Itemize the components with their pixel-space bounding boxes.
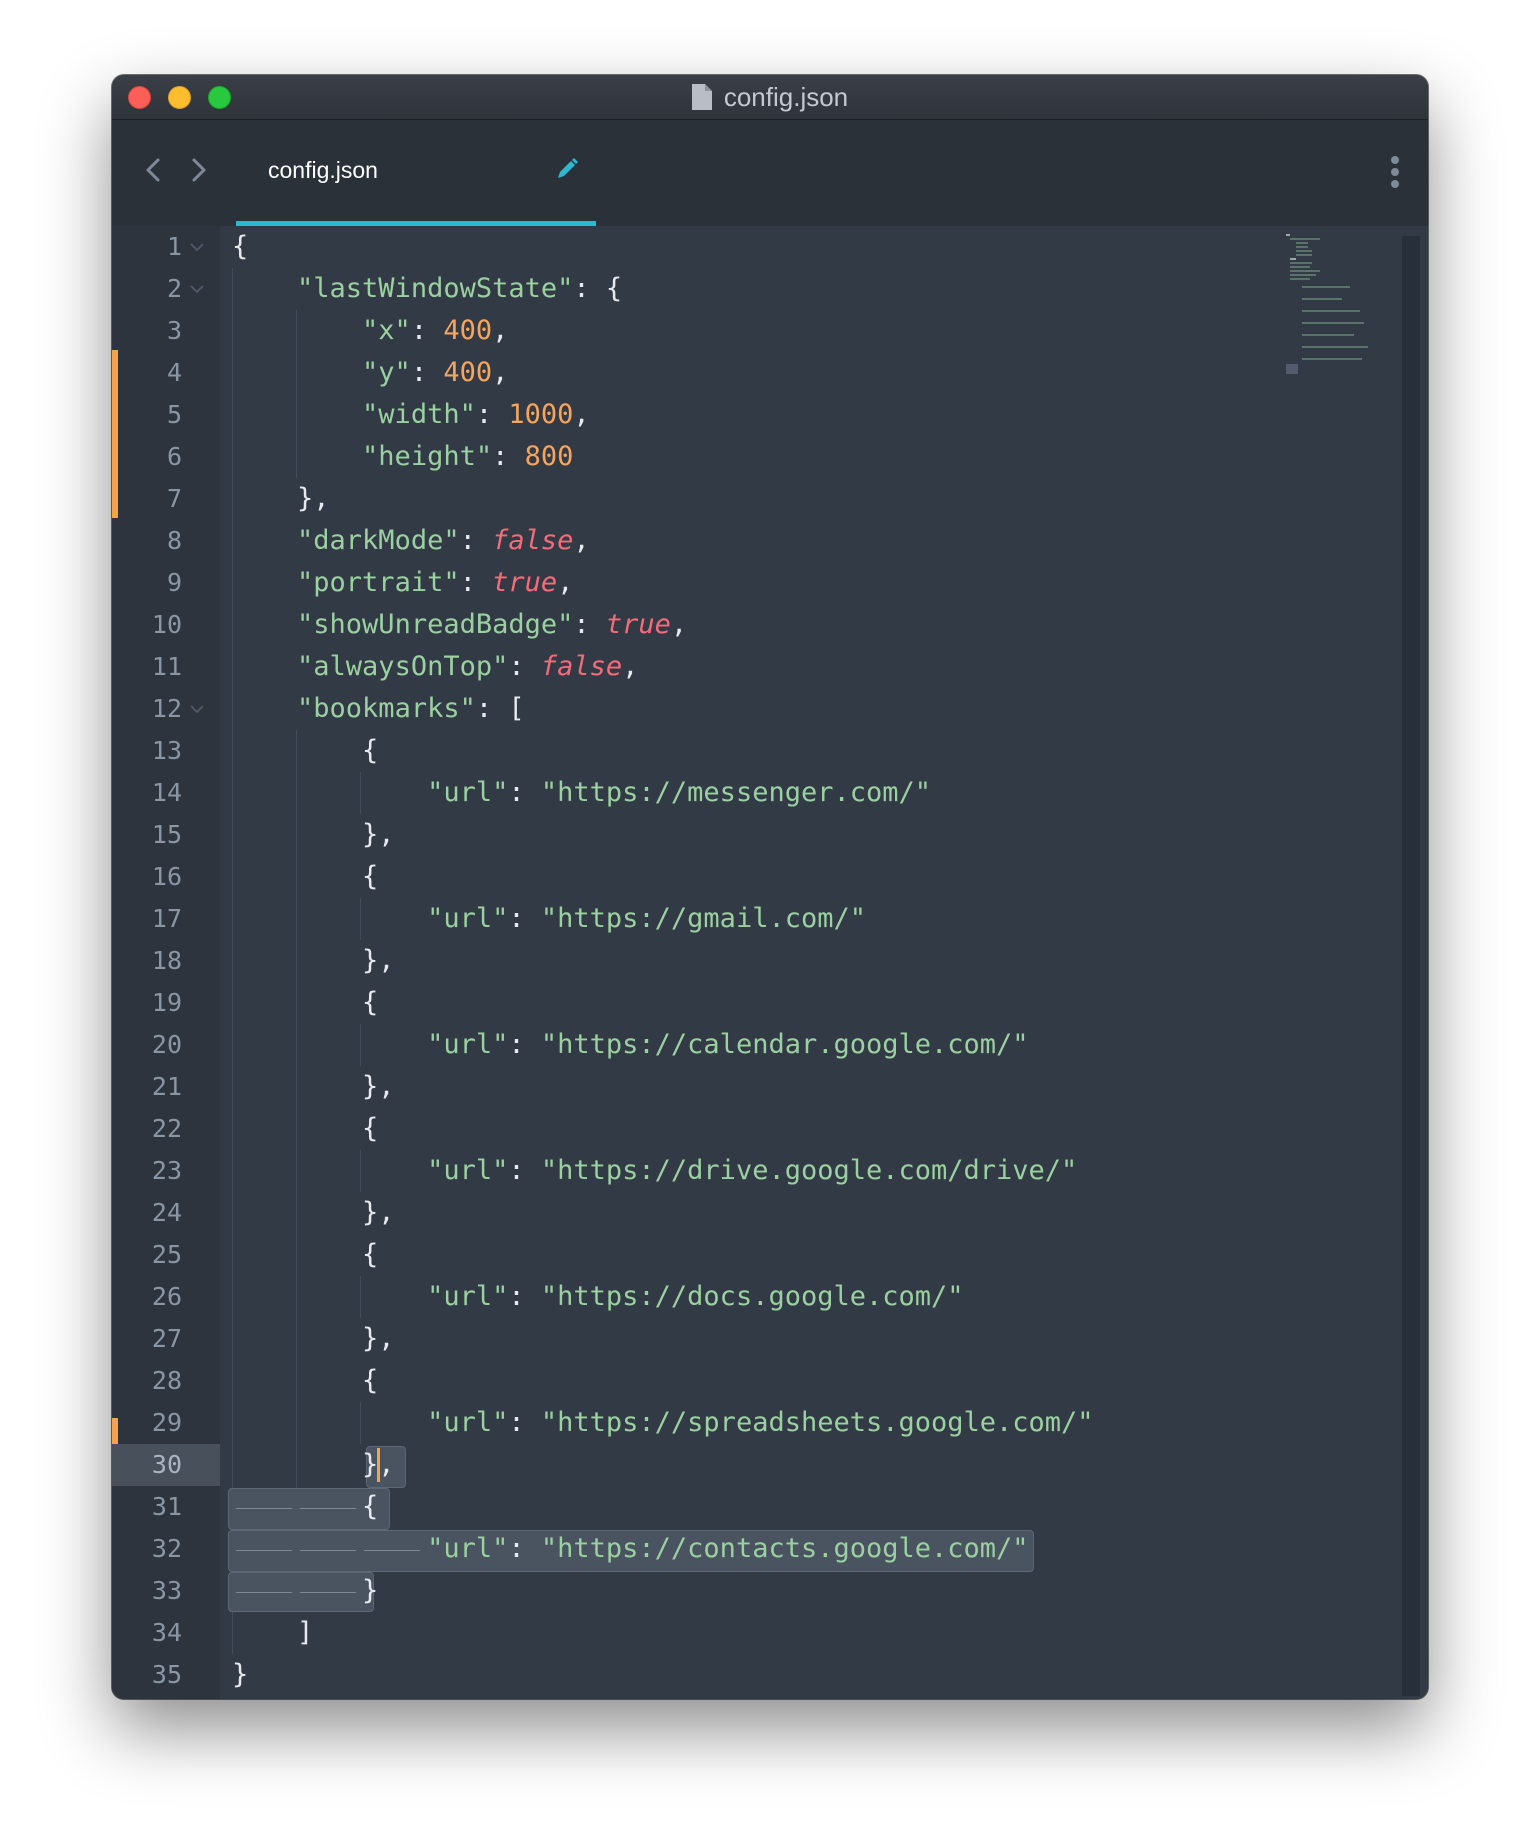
code-line: } (362, 1575, 379, 1606)
line-number: 10 (151, 610, 182, 639)
line-number: 24 (151, 1198, 182, 1227)
forward-button[interactable] (184, 152, 214, 188)
code-line: "y": 400, (362, 357, 509, 388)
line-number: 19 (151, 988, 182, 1017)
line-number: 33 (151, 1576, 182, 1605)
code-line: "url": "https://calendar.google.com/" (427, 1029, 1029, 1060)
code-line: "height": 800 (362, 441, 574, 472)
code-line: ] (297, 1617, 314, 1648)
line-number: 34 (151, 1618, 182, 1647)
active-line-number: 30 (112, 1444, 220, 1486)
code-line: }, (362, 1323, 395, 1354)
line-number: 12 (151, 694, 182, 723)
code-line: "url": "https://drive.google.com/drive/" (427, 1155, 1078, 1186)
editor-window: config.json config.json 1 2 3 4 5 6 7 8 … (112, 75, 1428, 1699)
line-number: 14 (151, 778, 182, 807)
line-number: 8 (166, 526, 182, 555)
code-line: "showUnreadBadge": true, (297, 609, 688, 640)
code-line: }, (362, 945, 395, 976)
minimap[interactable] (1284, 232, 1394, 392)
code-line: "lastWindowState": { (297, 273, 623, 304)
code-editor[interactable]: 1 2 3 4 5 6 7 8 9 10 11 12 13 14 15 16 1… (112, 226, 1428, 1699)
tab-config-json[interactable]: config.json (236, 120, 596, 226)
chevron-right-icon (192, 158, 206, 182)
line-number: 25 (151, 1240, 182, 1269)
line-number: 29 (151, 1408, 182, 1437)
line-number: 2 (166, 274, 182, 303)
code-line: "url": "https://messenger.com/" (427, 777, 932, 808)
code-line: }, (362, 1197, 395, 1228)
line-number: 28 (151, 1366, 182, 1395)
code-line: "bookmarks": [ (297, 693, 525, 724)
document-icon (691, 84, 712, 110)
vertical-ellipsis-icon (1391, 156, 1399, 188)
back-button[interactable] (138, 152, 168, 188)
code-line: }, (362, 1071, 395, 1102)
line-number: 27 (151, 1324, 182, 1353)
line-number: 11 (151, 652, 182, 681)
line-number: 16 (151, 862, 182, 891)
code-line: { (362, 1113, 379, 1144)
line-number: 5 (166, 400, 182, 429)
line-number: 22 (151, 1114, 182, 1143)
code-line: { (362, 1491, 379, 1522)
line-number: 35 (151, 1660, 182, 1689)
code-line: "url": "https://docs.google.com/" (427, 1281, 964, 1312)
code-line: "x": 400, (362, 315, 509, 346)
tab-label: config.json (268, 157, 378, 183)
fold-chevron-icon[interactable] (190, 242, 204, 252)
code-line: "url": "https://gmail.com/" (427, 903, 866, 934)
line-number: 6 (166, 442, 182, 471)
window-title: config.json (723, 81, 849, 112)
pencil-icon (554, 156, 580, 182)
vertical-scrollbar[interactable] (1402, 236, 1420, 1696)
tab-bar: config.json (112, 120, 1428, 226)
line-number: 26 (151, 1282, 182, 1311)
code-line: "url": "https://spreadsheets.google.com/… (427, 1407, 1094, 1438)
text-cursor (377, 1448, 380, 1482)
code-line: { (362, 735, 379, 766)
window-title-area: config.json (112, 75, 1428, 119)
fold-chevron-icon[interactable] (190, 704, 204, 714)
code-line: { (362, 861, 379, 892)
line-number-gutter: 1 2 3 4 5 6 7 8 9 10 11 12 13 14 15 16 1… (112, 226, 220, 1699)
line-number: 13 (151, 736, 182, 765)
line-number: 31 (151, 1492, 182, 1521)
line-number: 23 (151, 1156, 182, 1185)
code-line: { (362, 987, 379, 1018)
code-line: "darkMode": false, (297, 525, 590, 556)
title-bar: config.json (112, 75, 1428, 120)
line-number: 18 (151, 946, 182, 975)
code-line: }, (232, 1444, 395, 1486)
code-line: { (232, 231, 249, 262)
code-line: "portrait": true, (297, 567, 574, 598)
line-number: 20 (151, 1030, 182, 1059)
code-line: "alwaysOnTop": false, (297, 651, 639, 682)
line-number: 7 (166, 484, 182, 513)
line-number: 21 (151, 1072, 182, 1101)
line-number: 32 (151, 1534, 182, 1563)
code-line: } (232, 1659, 249, 1690)
line-number: 17 (151, 904, 182, 933)
code-area[interactable]: { "lastWindowState": { "x": 400, "y": 40… (228, 226, 1402, 1699)
code-line: "width": 1000, (362, 399, 590, 430)
more-options-button[interactable] (1388, 152, 1402, 192)
code-line: "url": "https://contacts.google.com/" (427, 1533, 1029, 1564)
fold-chevron-icon[interactable] (190, 284, 204, 294)
code-line: { (362, 1239, 379, 1270)
line-number: 4 (166, 358, 182, 387)
code-line: { (362, 1365, 379, 1396)
line-number: 15 (151, 820, 182, 849)
line-number: 1 (166, 232, 182, 261)
chevron-left-icon (146, 158, 160, 182)
code-line: }, (297, 483, 330, 514)
line-number: 3 (166, 316, 182, 345)
line-number: 9 (166, 568, 182, 597)
code-line: }, (362, 819, 395, 850)
